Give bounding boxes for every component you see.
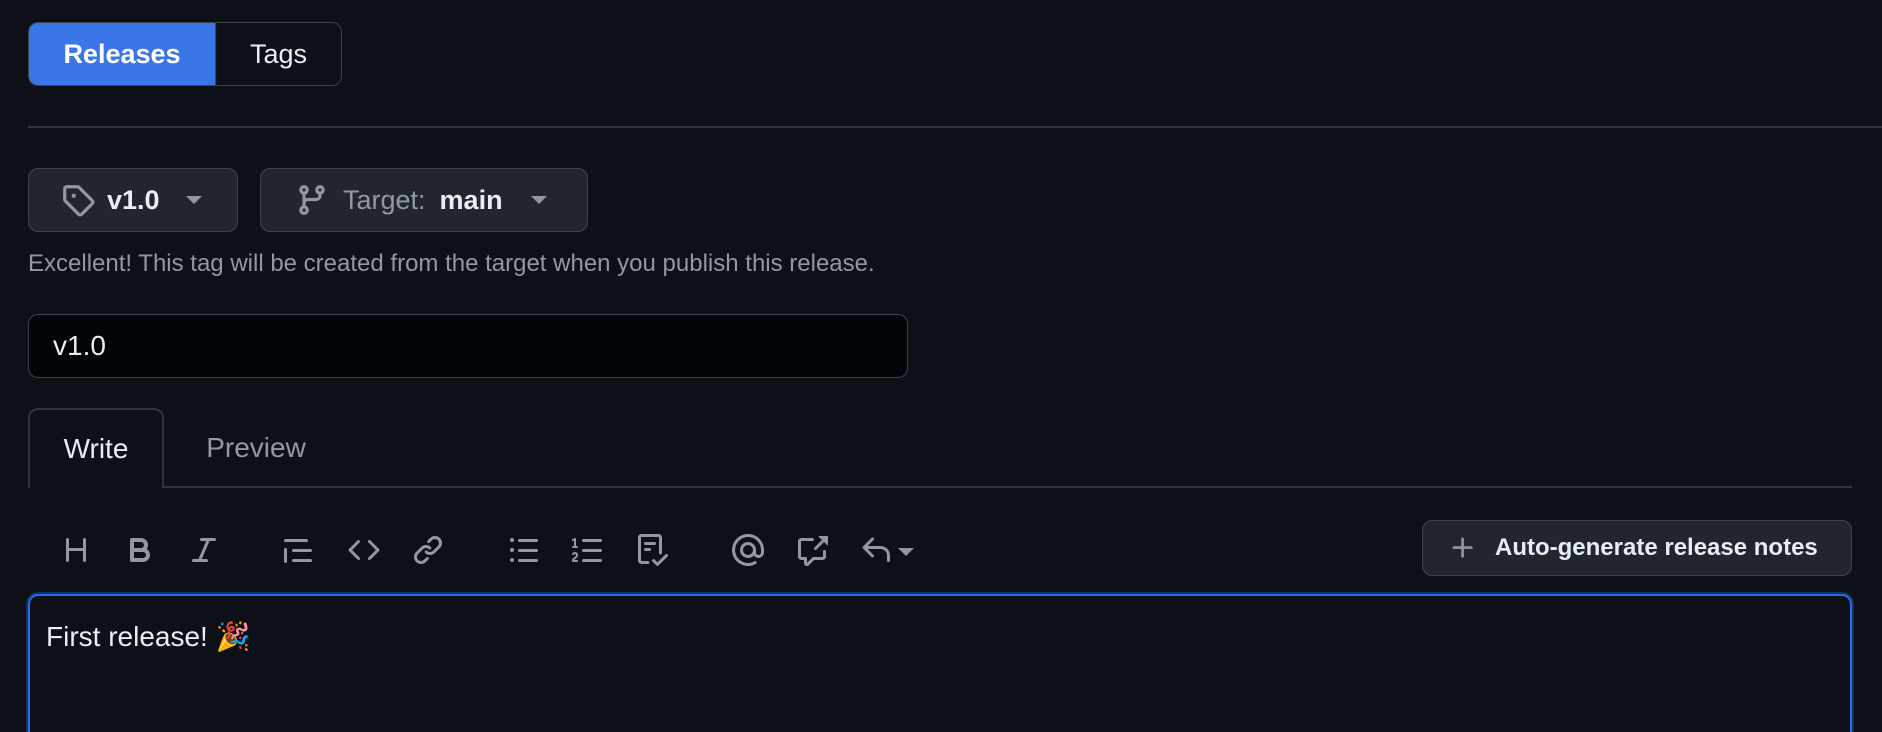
release-notes-editor[interactable]: First release! 🎉 [28,594,1852,732]
reply-icon[interactable] [858,532,894,568]
release-title-input[interactable] [28,314,908,378]
chevron-down-icon [530,196,547,204]
tags-tab[interactable]: Tags [215,23,341,85]
quote-icon[interactable] [280,532,316,568]
target-branch-button[interactable]: Target: main [260,168,588,232]
target-value: main [439,184,503,215]
tag-value: v1.0 [107,184,160,215]
tag-icon [63,185,95,217]
git-branch-icon [299,185,325,215]
reply-dropdown-chevron-icon[interactable] [898,548,914,556]
release-form: Releases Tags v1.0 Target: main Excellen… [0,0,1882,732]
header-divider [28,126,1882,128]
unordered-list-icon[interactable] [506,532,542,568]
chevron-down-icon [185,196,202,204]
tab-preview[interactable]: Preview [190,408,322,488]
tag-hint-text: Excellent! This tag will be created from… [28,250,875,277]
mention-icon[interactable] [730,532,766,568]
bold-icon[interactable] [122,532,158,568]
plus-icon [1452,537,1473,558]
link-icon[interactable] [410,532,446,568]
target-label: Target: [343,184,426,215]
heading-icon[interactable] [58,532,94,568]
code-icon[interactable] [346,532,382,568]
auto-generate-label: Auto-generate release notes [1495,534,1818,561]
italic-icon[interactable] [186,532,222,568]
task-list-icon[interactable] [634,532,670,568]
cross-reference-icon[interactable] [794,532,830,568]
ordered-list-icon[interactable] [570,532,606,568]
editor-content: First release! 🎉 [46,621,251,652]
releases-tags-switcher: Releases Tags [28,22,342,86]
tab-write[interactable]: Write [28,408,164,488]
tag-select-button[interactable]: v1.0 [28,168,238,232]
auto-generate-release-notes-button[interactable]: Auto-generate release notes [1422,520,1852,576]
releases-tab[interactable]: Releases [29,23,215,85]
